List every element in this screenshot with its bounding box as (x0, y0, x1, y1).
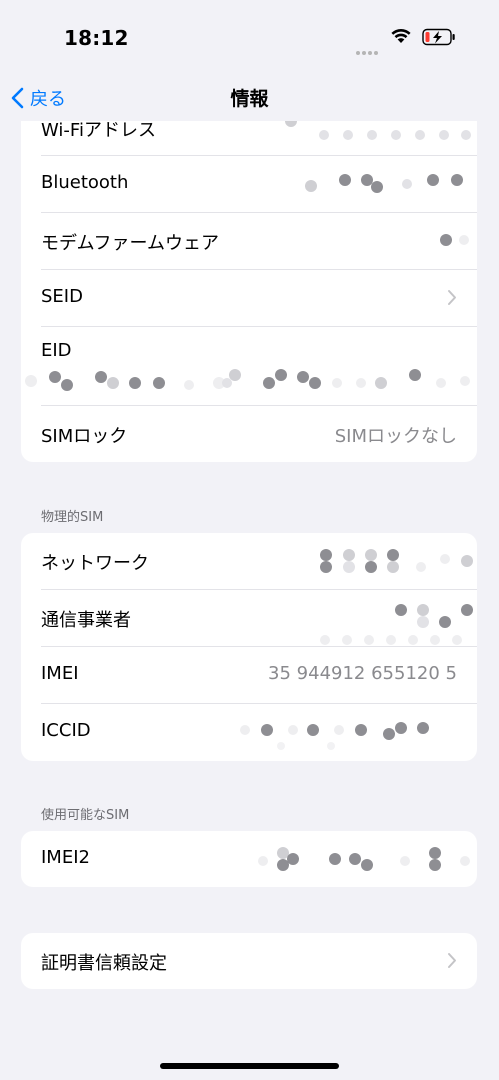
status-bar: 18:12 (0, 0, 499, 76)
row-label: EID (41, 340, 72, 361)
chevron-right-icon (448, 953, 456, 968)
physical-sim-group: ネットワーク 通信事業者 IMEI 35 944912 655120 5 ICC… (21, 533, 477, 761)
row-value: SIMロックなし (334, 426, 457, 447)
redacted-value (320, 604, 473, 645)
available-sim-group: IMEI2 (21, 831, 477, 887)
row-carrier[interactable]: 通信事業者 (21, 590, 477, 646)
row-label: モデムファームウェア (41, 233, 220, 254)
row-label: Bluetooth (41, 172, 129, 193)
row-modem-firmware[interactable]: モデムファームウェア (21, 213, 477, 269)
row-label: IMEI (41, 663, 79, 684)
page-title: 情報 (230, 88, 269, 110)
row-sim-lock[interactable]: SIMロック SIMロックなし (21, 406, 477, 462)
cellular-signal-icon (356, 40, 380, 59)
row-label: SEID (41, 286, 83, 307)
redacted-value (305, 174, 463, 193)
wifi-icon (391, 29, 411, 43)
redacted-value (25, 369, 470, 391)
row-label: IMEI2 (41, 847, 90, 868)
settings-list[interactable]: Wi-Fiアドレス Bluetooth モデムファームウェア SEID EID … (0, 121, 499, 1080)
row-label: SIMロック (41, 426, 128, 447)
row-iccid[interactable]: ICCID (21, 704, 477, 761)
redacted-value (240, 722, 429, 750)
row-seid[interactable]: SEID (21, 270, 477, 326)
row-certificate-trust-settings[interactable]: 証明書信頼設定 (21, 933, 477, 989)
row-label: 証明書信頼設定 (41, 953, 167, 974)
row-label: 通信事業者 (41, 610, 131, 631)
row-label: Wi-Fiアドレス (41, 121, 156, 141)
row-imei[interactable]: IMEI 35 944912 655120 5 (21, 647, 477, 703)
navigation-bar: 戻る 情報 (0, 76, 499, 120)
redacted-value (320, 549, 473, 573)
row-network[interactable]: ネットワーク (21, 533, 477, 589)
battery-charging-icon (422, 28, 455, 46)
row-label: ICCID (41, 720, 91, 741)
row-value: 35 944912 655120 5 (268, 663, 457, 684)
status-time: 18:12 (64, 26, 129, 50)
row-label: ネットワーク (41, 553, 149, 574)
certificate-group: 証明書信頼設定 (21, 933, 477, 989)
row-bluetooth[interactable]: Bluetooth (21, 156, 477, 212)
redacted-value (258, 847, 470, 871)
home-indicator[interactable] (160, 1063, 339, 1069)
section-header-physical-sim: 物理的SIM (41, 510, 104, 525)
row-imei2[interactable]: IMEI2 (21, 831, 477, 887)
section-header-available-sim: 使用可能なSIM (41, 808, 130, 823)
redacted-value (285, 121, 471, 140)
device-info-group: Wi-Fiアドレス Bluetooth モデムファームウェア SEID EID … (21, 121, 477, 462)
chevron-right-icon (448, 290, 456, 305)
row-wifi-address[interactable]: Wi-Fiアドレス (21, 121, 477, 155)
redacted-value (440, 234, 469, 246)
row-eid[interactable]: EID (21, 327, 477, 405)
